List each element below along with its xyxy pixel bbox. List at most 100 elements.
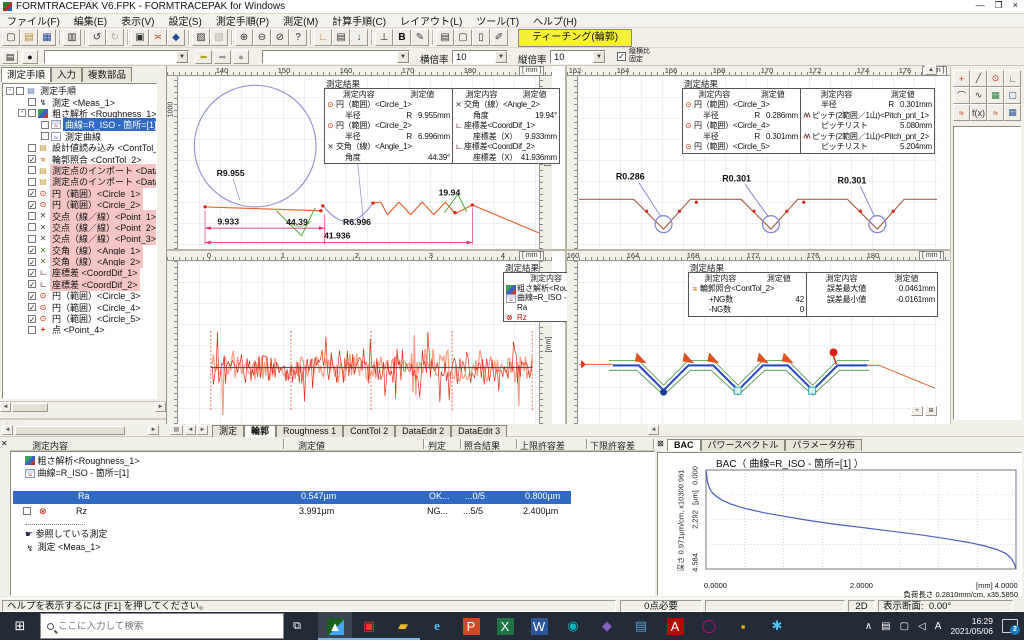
tray-volume-icon[interactable]: ◁ — [918, 621, 926, 632]
result-group-row[interactable]: 粗さ解析<Roughness_1> — [25, 455, 140, 467]
curve-tool-button[interactable]: ⌒ — [953, 87, 970, 104]
export-button[interactable]: ↓ — [350, 29, 368, 46]
tree-checkbox[interactable] — [28, 326, 36, 334]
taskbar-search[interactable] — [40, 613, 284, 639]
menu-item[interactable]: 表示(V) — [114, 13, 161, 28]
taskbar-maps[interactable]: ◉ — [556, 612, 590, 640]
zoom-in-button[interactable]: ⊕ — [235, 29, 253, 46]
layout-combo[interactable]: ▼ — [262, 50, 410, 64]
scroll-thumb[interactable] — [12, 403, 48, 412]
mouse-button[interactable]: ▯ — [472, 29, 490, 46]
display-button[interactable]: ▢ — [454, 29, 472, 46]
tree-checkbox[interactable] — [28, 144, 36, 152]
menu-item[interactable]: 編集(E) — [67, 13, 114, 28]
scroll-left-icon[interactable]: ◄ — [2, 425, 13, 435]
tray-tablet-icon[interactable]: ▤ — [881, 621, 890, 632]
tree-checkbox[interactable] — [28, 258, 36, 266]
tree-checkbox[interactable] — [28, 189, 36, 197]
procedure-combo[interactable]: ▼ — [44, 50, 189, 64]
copy-button[interactable]: ▣ — [131, 29, 149, 46]
start-button[interactable]: ⊞ — [0, 612, 40, 640]
tree-checkbox[interactable] — [28, 109, 36, 117]
tree-checkbox[interactable] — [28, 315, 36, 323]
taskbar-powerpoint[interactable]: P — [454, 612, 488, 640]
layout-button[interactable]: ▤ — [332, 29, 350, 46]
menu-item[interactable]: ヘルプ(H) — [526, 13, 584, 28]
pen-button[interactable]: ✎ — [411, 29, 429, 46]
tab-scroll-left-icon[interactable]: ◄ — [185, 425, 196, 435]
menu-item[interactable]: ファイル(F) — [0, 13, 67, 28]
close-icon[interactable]: ⊠ — [657, 439, 664, 448]
tree-checkbox[interactable] — [28, 280, 36, 288]
tree-hscrollbar[interactable]: ◄ ► — [0, 401, 166, 412]
bac-tab[interactable]: パワースペクトル — [701, 439, 786, 451]
chevron-down-icon[interactable]: ▼ — [176, 51, 188, 63]
record-button[interactable]: ● — [22, 50, 38, 64]
tray-network-icon[interactable]: ▢ — [900, 621, 909, 632]
minimize-button[interactable]: — — [976, 0, 985, 11]
tray-ime-icon[interactable]: A — [935, 621, 942, 632]
new-file-button[interactable]: ▢ — [2, 29, 20, 46]
taskbar-app-pink[interactable]: ◯ — [692, 612, 726, 640]
help-pointer-button[interactable]: ? — [289, 29, 307, 46]
document-tab[interactable]: DataEdit 3 — [451, 425, 507, 437]
selected-result-row[interactable]: Ra 0.547µm OK... ...0/5 0.800µm 0.800µm — [13, 491, 571, 504]
column-stand-button[interactable]: ⊥ — [375, 29, 393, 46]
tab-more-icon[interactable]: ◄ — [648, 425, 659, 435]
chevron-down-icon[interactable]: ▼ — [593, 51, 605, 63]
expander-icon[interactable] — [6, 87, 14, 95]
scroll-right-icon[interactable]: ► — [148, 425, 159, 435]
taskbar-clock[interactable]: 16:292021/05/06 — [950, 616, 993, 636]
tree-item[interactable]: 点 <Point_4> — [4, 324, 156, 335]
sheets-button[interactable]: ▤ — [436, 29, 454, 46]
redo-button[interactable]: ↻ — [106, 29, 124, 46]
result-row[interactable]: ⊗ Rz 3.991µm NG... ...5/5 2.400µm — [11, 505, 651, 517]
scroll-right-icon[interactable]: ► — [155, 402, 166, 412]
line-tool-button[interactable]: ╱ — [970, 70, 987, 87]
tab-scroll-right-icon[interactable]: ► — [197, 425, 208, 435]
tree-checkbox[interactable] — [28, 178, 36, 186]
open-button[interactable]: ▤ — [20, 29, 38, 46]
teaching-contour-button[interactable]: ティーチング(輪郭) — [518, 29, 632, 47]
curve-copy-button[interactable]: ≍ — [149, 29, 167, 46]
taskbar-formtracepak[interactable]: ▲ — [318, 612, 352, 640]
tree-checkbox[interactable] — [28, 98, 36, 106]
eraser-button[interactable]: ◆ — [167, 29, 185, 46]
scroll-thumb[interactable] — [15, 426, 125, 435]
v-scale-combo[interactable]: 10▼ — [550, 50, 606, 64]
point-tool-button[interactable]: + — [953, 70, 970, 87]
tree-checkbox[interactable] — [28, 246, 36, 254]
document-tab[interactable]: Roughness 1 — [276, 425, 343, 437]
spectrum-tool-button[interactable]: ≈ — [987, 104, 1004, 121]
image-off-button[interactable]: ▧ — [210, 29, 228, 46]
roughness-profile-drawing[interactable] — [178, 261, 539, 424]
close-button[interactable]: × — [1013, 0, 1018, 11]
taskbar-app-blue[interactable]: ✱ — [760, 612, 794, 640]
polyline-tool-button[interactable]: ∿ — [970, 87, 987, 104]
print-preview-icon[interactable]: ▤ — [170, 425, 183, 435]
tree-checkbox[interactable] — [28, 212, 36, 220]
calculator-button[interactable]: ▦ — [987, 87, 1004, 104]
taskbar-word[interactable]: W — [522, 612, 556, 640]
grid-tool-button[interactable]: ▦ — [1004, 104, 1021, 121]
wave-tool-button[interactable]: ≈ — [953, 104, 970, 121]
aspect-ratio-checkbox[interactable]: ✓ — [617, 52, 626, 61]
h-scale-combo[interactable]: 10▼ — [452, 50, 508, 64]
panel-tab[interactable]: 複数部品 — [82, 67, 132, 82]
zoom-out-button[interactable]: ⊖ — [253, 29, 271, 46]
document-tab[interactable]: DataEdit 2 — [395, 425, 451, 437]
image-button[interactable]: ▨ — [192, 29, 210, 46]
taskbar-app-red[interactable]: ▣ — [352, 612, 386, 640]
tree-checkbox[interactable] — [16, 87, 24, 95]
undo-button[interactable]: ↺ — [88, 29, 106, 46]
chevron-down-icon[interactable]: ▼ — [397, 51, 409, 63]
zoom-fit-icon[interactable]: ⊞ — [925, 406, 937, 416]
bold-button[interactable]: B — [393, 29, 411, 46]
menu-item[interactable]: 測定(M) — [276, 13, 325, 28]
tree-checkbox[interactable] — [28, 269, 36, 277]
tree-checkbox[interactable] — [28, 292, 36, 300]
save-button[interactable]: ▦ — [38, 29, 56, 46]
corner-button[interactable]: ∟ — [314, 29, 332, 46]
menu-item[interactable]: レイアウト(L) — [393, 13, 469, 28]
chevron-down-icon[interactable]: ▼ — [495, 51, 507, 63]
